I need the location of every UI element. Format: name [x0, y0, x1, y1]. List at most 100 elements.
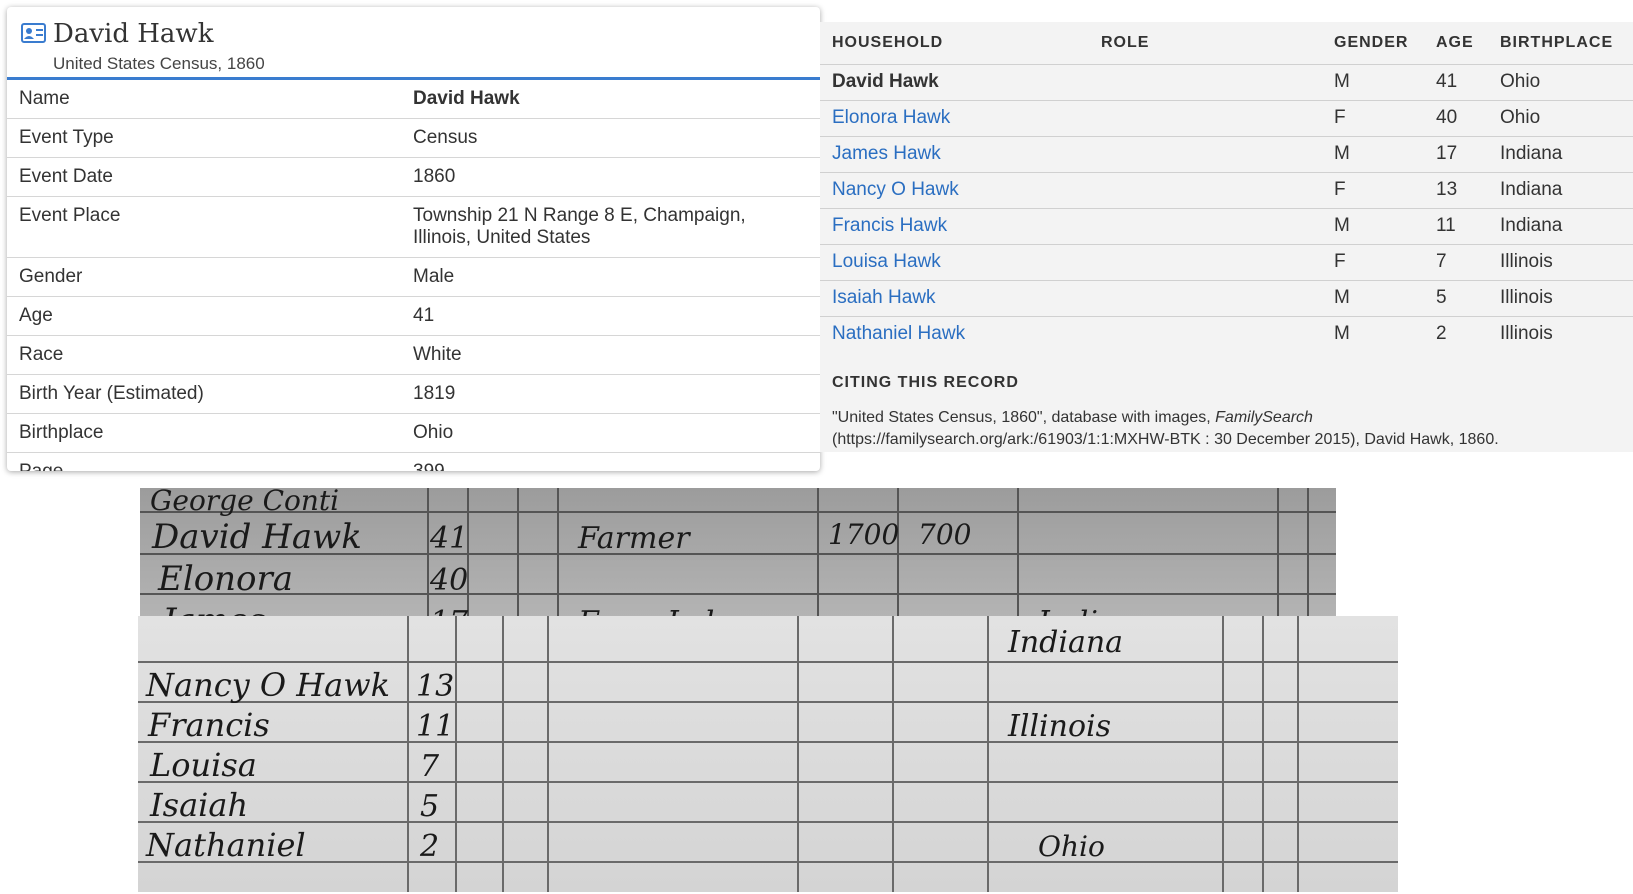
citation-part2: (https://familysearch.org/ark:/61903/1:1…	[832, 431, 1499, 448]
fact-value: 1819	[413, 383, 456, 404]
member-birthplace: Ohio	[1488, 64, 1633, 101]
member-link[interactable]: Elonora Hawk	[832, 107, 950, 128]
citation-text: "United States Census, 1860", database w…	[832, 407, 1622, 451]
fact-value: 41	[413, 305, 435, 326]
fact-value: Ohio	[413, 422, 454, 443]
fact-row-event-type: Event Type Census	[7, 119, 820, 158]
household-row: Isaiah Hawk M 5 Illinois	[820, 280, 1633, 317]
fact-row-name: Name David Hawk	[7, 80, 820, 119]
svg-text:Francis: Francis	[147, 706, 270, 744]
fact-value: White	[413, 344, 462, 365]
svg-text:1700: 1700	[828, 518, 899, 551]
fact-row-birth-year: Birth Year (Estimated) 1819	[7, 375, 820, 414]
fact-label: Race	[19, 344, 64, 365]
fact-value: Township 21 N Range 8 E, Champaign, Illi…	[413, 205, 746, 248]
fact-label: Age	[19, 305, 53, 326]
svg-text:11: 11	[416, 709, 454, 744]
household-row: Nancy O Hawk F 13 Indiana	[820, 172, 1633, 209]
member-role	[1089, 280, 1322, 317]
fact-row-gender: Gender Male	[7, 258, 820, 297]
member-role	[1089, 136, 1322, 173]
svg-text:40: 40	[429, 563, 468, 598]
header-household: HOUSEHOLD	[820, 22, 1089, 65]
member-birthplace: Indiana	[1488, 172, 1633, 209]
fact-label: Birthplace	[19, 422, 104, 443]
member-birthplace: Indiana	[1488, 208, 1633, 245]
member-gender: M	[1322, 280, 1424, 317]
svg-text:David Hawk: David Hawk	[151, 517, 362, 557]
fact-label: Event Place	[19, 205, 121, 226]
member-role	[1089, 172, 1322, 209]
fact-label: Event Date	[19, 166, 113, 187]
household-row: David Hawk M 41 Ohio	[820, 64, 1633, 101]
svg-text:Farmer: Farmer	[577, 521, 691, 556]
member-age: 17	[1424, 136, 1488, 173]
fact-row-event-date: Event Date 1860	[7, 158, 820, 197]
fact-row-age: Age 41	[7, 297, 820, 336]
fact-label: Gender	[19, 266, 83, 287]
member-role	[1089, 316, 1322, 352]
member-link[interactable]: Francis Hawk	[832, 215, 947, 236]
member-age: 40	[1424, 100, 1488, 137]
member-age: 2	[1436, 323, 1447, 345]
fact-row-race: Race White	[7, 336, 820, 375]
fact-value: David Hawk	[413, 88, 520, 109]
fact-table: Name David Hawk Event Type Census Event …	[7, 80, 820, 471]
household-row: James Hawk M 17 Indiana	[820, 136, 1633, 173]
header-birthplace: BIRTHPLACE	[1488, 22, 1633, 65]
member-role	[1089, 100, 1322, 137]
household-row: Francis Hawk M 11 Indiana	[820, 208, 1633, 245]
member-link[interactable]: Nancy O Hawk	[832, 179, 959, 200]
svg-text:Indiana: Indiana	[1007, 625, 1123, 660]
citation-part1: "United States Census, 1860", database w…	[832, 409, 1216, 426]
citing-heading: CITING THIS RECORD	[832, 374, 1019, 391]
household-row: Elonora Hawk F 40 Ohio	[820, 100, 1633, 137]
member-link[interactable]: Nathaniel Hawk	[832, 323, 965, 344]
record-card: David Hawk United States Census, 1860 Na…	[7, 7, 820, 471]
record-header: David Hawk United States Census, 1860	[7, 7, 820, 80]
member-age: 41	[1424, 64, 1488, 101]
household-panel: HOUSEHOLD ROLE GENDER AGE BIRTHPLACE Dav…	[820, 22, 1633, 452]
svg-text:George Conti: George Conti	[150, 484, 339, 517]
member-age: 5	[1424, 280, 1488, 317]
member-age: 7	[1424, 244, 1488, 281]
member-birthplace: Indiana	[1488, 136, 1633, 173]
member-birthplace: Ohio	[1488, 100, 1633, 137]
fact-row-birthplace: Birthplace Ohio	[7, 414, 820, 453]
record-title: David Hawk	[53, 19, 214, 49]
fact-value: Census	[413, 127, 478, 148]
member-role	[1089, 64, 1322, 101]
svg-text:Isaiah: Isaiah	[149, 786, 248, 824]
member-role	[1089, 244, 1322, 281]
fact-row-event-place: Event Place Township 21 N Range 8 E, Cha…	[7, 197, 820, 258]
household-row: Nathaniel Hawk M 2 Illinois	[820, 316, 1633, 352]
household-table: HOUSEHOLD ROLE GENDER AGE BIRTHPLACE Dav…	[820, 22, 1633, 352]
member-birthplace: Illinois	[1488, 280, 1633, 317]
fact-value: 399	[413, 453, 820, 471]
svg-text:Nathaniel: Nathaniel	[145, 826, 306, 864]
member-link[interactable]: Louisa Hawk	[832, 251, 941, 272]
svg-text:Elonora: Elonora	[157, 559, 293, 599]
fact-label: Birth Year (Estimated)	[19, 383, 204, 404]
fact-label: Page	[7, 453, 413, 471]
census-strip-bottom	[138, 616, 1398, 892]
member-birthplace: Illinois	[1500, 323, 1553, 345]
member-link[interactable]: James Hawk	[832, 143, 941, 164]
member-gender: M	[1334, 323, 1350, 345]
member-gender: F	[1322, 100, 1424, 137]
header-gender: GENDER	[1322, 22, 1424, 65]
member-gender: F	[1322, 172, 1424, 209]
record-collection: United States Census, 1860	[53, 54, 265, 73]
fact-row-page: Page 399	[7, 453, 820, 471]
member-gender: F	[1322, 244, 1424, 281]
member-link[interactable]: Isaiah Hawk	[832, 287, 936, 308]
svg-text:13: 13	[416, 669, 454, 704]
svg-text:Ohio: Ohio	[1038, 830, 1105, 863]
member-gender: M	[1322, 208, 1424, 245]
svg-text:Nancy O Hawk: Nancy O Hawk	[145, 666, 390, 704]
household-header-row: HOUSEHOLD ROLE GENDER AGE BIRTHPLACE	[820, 22, 1633, 65]
person-record-icon	[21, 23, 46, 43]
svg-text:41: 41	[429, 521, 468, 556]
fact-label: Name	[19, 88, 70, 109]
svg-text:Louisa: Louisa	[149, 746, 257, 784]
